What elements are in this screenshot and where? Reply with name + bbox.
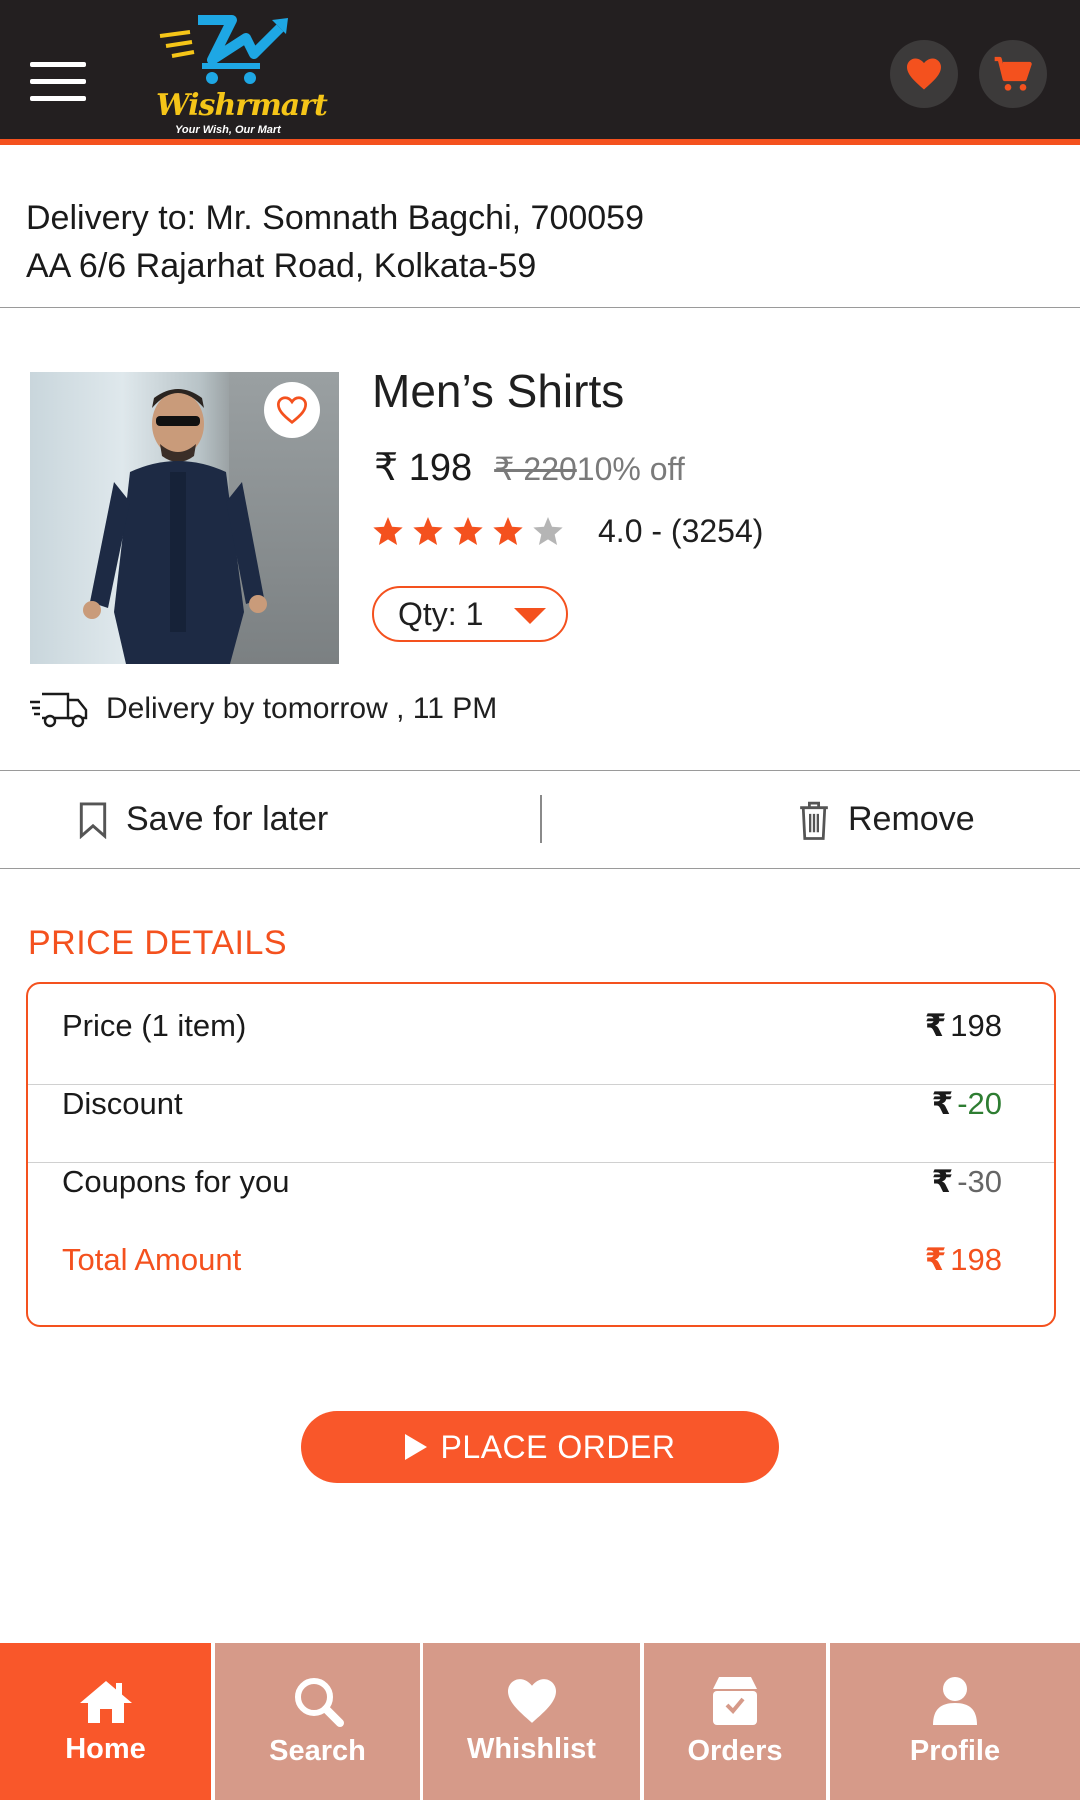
price-row-label: Discount bbox=[62, 1086, 183, 1121]
search-icon bbox=[294, 1678, 344, 1727]
remove-label: Remove bbox=[848, 800, 975, 838]
delivery-truck-icon bbox=[30, 692, 88, 728]
nav-orders[interactable]: Orders bbox=[644, 1643, 826, 1800]
remove-button[interactable]: Remove bbox=[798, 771, 975, 868]
star-filled-icon bbox=[453, 517, 483, 545]
play-icon bbox=[404, 1434, 427, 1460]
orders-box-icon bbox=[713, 1677, 757, 1725]
save-for-later-label: Save for later bbox=[126, 800, 329, 838]
nav-wishlist[interactable]: Whishlist bbox=[423, 1643, 640, 1800]
cart-item-actions: Save for later Remove bbox=[0, 771, 1080, 868]
star-empty-icon bbox=[533, 517, 563, 545]
price-row-value: ₹ -30 bbox=[932, 1164, 1002, 1200]
price-row-value: ₹ 198 bbox=[925, 1008, 1002, 1044]
price-row-total: Total Amount ₹ 198 bbox=[28, 1222, 1054, 1300]
discount-amount: -20 bbox=[957, 1086, 1002, 1121]
place-order-button[interactable]: PLACE ORDER bbox=[301, 1411, 779, 1483]
price-row-amount: 198 bbox=[950, 1008, 1002, 1043]
nav-profile[interactable]: Profile bbox=[830, 1643, 1080, 1800]
star-filled-icon bbox=[413, 517, 443, 545]
product-favorite-button[interactable] bbox=[264, 382, 320, 438]
nav-home[interactable]: Home bbox=[0, 1643, 211, 1800]
wishlist-header-button[interactable] bbox=[890, 40, 958, 108]
price-row-value: ₹ -20 bbox=[932, 1086, 1002, 1122]
product-title[interactable]: Men’s Shirts bbox=[372, 364, 624, 418]
app-header: Wishrmart Your Wish, Our Mart bbox=[0, 0, 1080, 145]
rating-stars bbox=[372, 515, 564, 547]
nav-label: Orders bbox=[687, 1735, 783, 1767]
heart-icon bbox=[907, 58, 941, 90]
price-details-title: PRICE DETAILS bbox=[28, 924, 288, 962]
address-line-2: AA 6/6 Rajarhat Road, Kolkata-59 bbox=[26, 247, 537, 285]
cart-header-button[interactable] bbox=[979, 40, 1047, 108]
rupee-icon: ₹ bbox=[931, 1164, 954, 1199]
total-amount-value: ₹ 198 bbox=[925, 1242, 1002, 1278]
nav-label: Profile bbox=[909, 1735, 1001, 1767]
rupee-icon: ₹ bbox=[924, 1242, 947, 1277]
heart-outline-icon bbox=[276, 396, 308, 425]
star-filled-icon bbox=[373, 517, 403, 545]
price-row-item-price: Price (1 item) ₹ 198 bbox=[28, 988, 1054, 1066]
price-details-card: Price (1 item) ₹ 198 Discount ₹ -20 Coup… bbox=[26, 982, 1056, 1327]
heart-icon bbox=[507, 1679, 556, 1723]
delivery-address[interactable]: Delivery to: Mr. Somnath Bagchi, 700059 … bbox=[26, 194, 644, 290]
trash-icon bbox=[800, 801, 828, 840]
rating-text: 4.0 - (3254) bbox=[598, 513, 764, 549]
total-amount: 198 bbox=[950, 1242, 1002, 1277]
bookmark-icon bbox=[79, 801, 107, 839]
home-icon bbox=[79, 1681, 132, 1723]
actions-separator bbox=[540, 795, 542, 843]
cart-icon bbox=[994, 56, 1032, 91]
menu-hamburger-icon[interactable] bbox=[30, 58, 86, 106]
current-price: ₹ 198 bbox=[374, 447, 473, 489]
rupee-icon: ₹ bbox=[931, 1086, 954, 1121]
nav-label: Home bbox=[65, 1733, 146, 1765]
price-row-coupons: Coupons for you ₹ -30 bbox=[28, 1144, 1054, 1222]
price-row-label: Price (1 item) bbox=[62, 1008, 247, 1043]
save-for-later-button[interactable]: Save for later bbox=[78, 771, 328, 868]
nav-label: Whishlist bbox=[467, 1733, 596, 1765]
divider bbox=[0, 307, 1080, 308]
delivery-text: Delivery by tomorrow , 11 PM bbox=[106, 692, 498, 725]
profile-icon bbox=[933, 1677, 977, 1725]
original-price: ₹ 220 bbox=[494, 451, 577, 487]
total-amount-label: Total Amount bbox=[62, 1242, 242, 1277]
coupon-amount: -30 bbox=[957, 1164, 1002, 1199]
delivery-estimate: Delivery by tomorrow , 11 PM bbox=[28, 688, 497, 730]
wishrmart-logo[interactable]: Wishrmart Your Wish, Our Mart bbox=[150, 8, 328, 136]
bottom-navigation: Home Search Whishlist Orders Profile bbox=[0, 1643, 1080, 1800]
divider bbox=[0, 868, 1080, 869]
price-row: ₹ 198 ₹ 220 10% off bbox=[374, 445, 685, 490]
logo-tagline: Your Wish, Our Mart bbox=[175, 124, 281, 136]
quantity-label: Qty: 1 bbox=[398, 595, 484, 632]
logo-brand-text: Wishrmart bbox=[156, 88, 328, 123]
address-line-1: Delivery to: Mr. Somnath Bagchi, 700059 bbox=[26, 199, 644, 237]
logo-mark-icon bbox=[159, 15, 288, 84]
price-row-label: Coupons for you bbox=[62, 1164, 290, 1199]
rupee-icon: ₹ bbox=[924, 1008, 947, 1043]
discount-percent: 10% off bbox=[576, 451, 685, 487]
nav-search[interactable]: Search bbox=[215, 1643, 420, 1800]
price-row-discount: Discount ₹ -20 bbox=[28, 1066, 1054, 1144]
quantity-select[interactable]: Qty: 1 bbox=[372, 586, 568, 642]
star-filled-icon bbox=[493, 517, 523, 545]
chevron-down-icon bbox=[514, 608, 546, 624]
place-order-label: PLACE ORDER bbox=[440, 1428, 676, 1465]
nav-label: Search bbox=[269, 1735, 366, 1767]
